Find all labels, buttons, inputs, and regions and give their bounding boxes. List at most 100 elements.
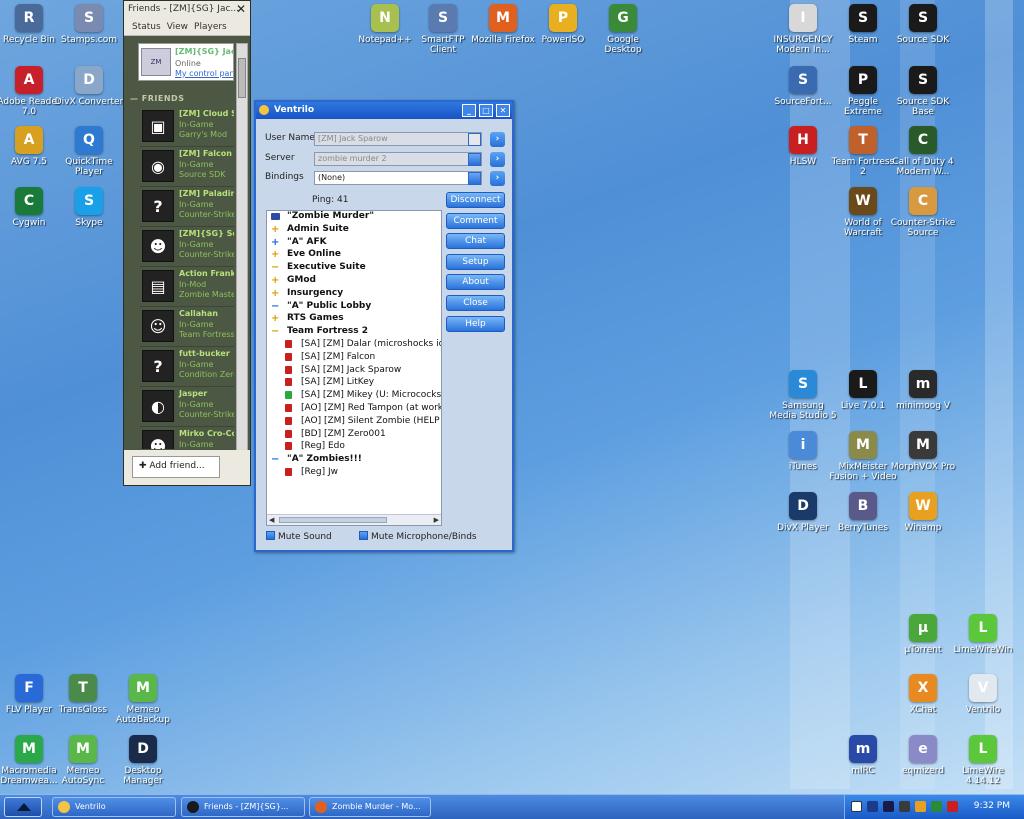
taskbar-button[interactable]: Friends - [ZM]{SG}... [181,797,305,817]
user-node[interactable]: [SA] [ZM] Jack Sparow [267,365,441,378]
friend-row[interactable]: ☺ Callahan In-GameTeam Fortress... [140,307,234,347]
desktop-icon-limewire[interactable]: L LimeWire 4.14.12 [948,735,1018,786]
comment-button[interactable]: Comment [446,212,505,229]
close-button[interactable]: Close [446,295,505,311]
user-node[interactable]: [AO] [ZM] Silent Zombie (HELP FILL... [267,416,441,429]
desktop-icon-morphvox[interactable]: M MorphVOX Pro [888,431,958,472]
desktop-icon-cod4[interactable]: C Call of Duty 4 Modern W... [888,126,958,177]
menu-status[interactable]: Status [132,22,161,32]
channel-tree[interactable]: "Zombie Murder" + Admin Suite + "A" AFK + Eve … [266,210,442,526]
desktop-icon-ventrilo[interactable]: V Ventrilo [948,674,1018,715]
my-profile[interactable]: ZM [ZM]{SG} Jack Sparow Online My contro… [138,43,234,81]
maximize-icon[interactable]: □ [479,104,493,117]
checkbox-icon[interactable] [266,531,275,540]
desktop-icon-skype[interactable]: S Skype [54,187,124,228]
friend-row[interactable]: ▣ [ZM] Cloud Str... In-GameGarry's Mod [140,107,234,147]
user-node[interactable]: [Reg] Edo [267,441,441,454]
add-friend-button[interactable]: ✚ Add friend... [132,456,220,478]
about-button[interactable]: About [446,274,505,291]
username-field[interactable]: [ZM] Jack Sparow [314,132,482,146]
tree-hscrollbar[interactable]: ◀ ▶ [267,514,441,525]
volume-tray-icon[interactable] [883,801,894,812]
server-node[interactable]: "Zombie Murder" [267,211,441,224]
close-icon[interactable]: ✕ [496,104,510,117]
setup-button[interactable]: Setup [446,253,505,270]
friend-row[interactable]: ▤ Action Frank In-Mod Zombie Master [140,267,234,307]
taskbar-button[interactable]: Ventrilo [52,797,176,817]
username-dropdown[interactable] [468,133,481,146]
ventrilo-window[interactable]: Ventrilo _ □ ✕ User Name [ZM] Jack Sparo… [254,100,514,552]
network-tray-icon[interactable] [867,801,878,812]
scroll-thumb[interactable] [279,517,387,523]
desktop-icon-desktopmgr[interactable]: D Desktop Manager [108,735,178,786]
channel-node[interactable]: + Insurgency [267,288,441,301]
channel-node[interactable]: − "A" Public Lobby [267,301,441,314]
checkbox-icon[interactable] [359,531,368,540]
steam-friends-window[interactable]: Friends - [ZM]{SG} Jac... ✕ Status View … [123,0,251,486]
chat-button[interactable]: Chat [446,233,505,250]
channel-node[interactable]: + Admin Suite [267,224,441,237]
ventrilo-titlebar[interactable]: Ventrilo _ □ ✕ [256,102,512,119]
user-node[interactable]: [SA] [ZM] Dalar (microshocks id STE... [267,339,441,352]
help-button[interactable]: Help [446,315,505,332]
username-go-button[interactable]: › [490,132,505,147]
close-icon[interactable]: ✕ [236,2,246,16]
bindings-select[interactable]: (None) [314,171,482,185]
channel-node[interactable]: + "A" AFK [267,237,441,250]
desktop-icon-minimoog[interactable]: m minimoog V [888,370,958,411]
friend-row[interactable]: ◐ Jasper In-GameCounter-Strike... [140,387,234,427]
mute-sound-checkbox[interactable]: Mute Sound [266,531,332,542]
app-tray-icon[interactable] [915,801,926,812]
user-node[interactable]: [Reg] Jw [267,467,441,480]
bindings-go-button[interactable]: › [490,171,505,186]
bindings-dropdown[interactable] [468,172,481,185]
menu-view[interactable]: View [167,22,188,32]
channel-node[interactable]: − Executive Suite [267,262,441,275]
desktop-icon-gdesktop[interactable]: G Google Desktop [588,4,658,55]
menu-players[interactable]: Players [194,22,227,32]
server-dropdown[interactable] [468,153,481,166]
user-node[interactable]: [SA] [ZM] LitKey [267,377,441,390]
server-field[interactable]: zombie murder 2 [314,152,482,166]
friends-titlebar[interactable]: Friends - [ZM]{SG} Jac... ✕ [124,1,250,18]
mute-mic-checkbox[interactable]: Mute Microphone/Binds [359,531,477,542]
desktop-icon-stamps[interactable]: S Stamps.com [54,4,124,45]
friend-row[interactable]: ? [ZM] Paladin... In-GameCounter-Strike... [140,187,234,227]
friend-row[interactable]: ◉ [ZM] Falcon In-Game Source SDK [140,147,234,187]
scroll-thumb[interactable] [238,58,246,98]
user-node[interactable]: [AO] [ZM] Red Tampon (at work, no... [267,403,441,416]
friend-row[interactable]: ☻ Mirko Cro-Co... In-Game [140,427,234,449]
disconnect-button[interactable]: Disconnect [446,192,505,208]
channel-node[interactable]: − Team Fortress 2 [267,326,441,339]
channel-node[interactable]: + GMod [267,275,441,288]
scroll-right-icon[interactable]: ▶ [434,516,439,524]
scroll-left-icon[interactable]: ◀ [269,516,274,524]
control-panel-link[interactable]: My control panel [175,69,233,78]
user-node[interactable]: [SA] [ZM] Falcon [267,352,441,365]
desktop-icon-sourcesdk[interactable]: S Source SDK [888,4,958,45]
desktop-icon-sdkbase[interactable]: S Source SDK Base [888,66,958,117]
start-button[interactable] [4,797,42,817]
friend-row[interactable]: ☻ [ZM]{SG} Se... In-GameCounter-Strike... [140,227,234,267]
server-go-button[interactable]: › [490,152,505,167]
desktop-icon-memeobackup[interactable]: M Memeo AutoBackup [108,674,178,725]
steam-tray-icon[interactable] [899,801,910,812]
taskbar-button[interactable]: Zombie Murder - Mo... [309,797,431,817]
user-node[interactable]: [SA] [ZM] Mikey (U: Micrococks) [267,390,441,403]
security-tray-icon[interactable] [947,801,958,812]
user-node[interactable]: [BD] [ZM] Zero001 [267,429,441,442]
channel-node[interactable]: + Eve Online [267,249,441,262]
desktop-icon-limewirewin[interactable]: L LimeWireWin [948,614,1018,655]
channel-node[interactable]: + RTS Games [267,313,441,326]
minimize-icon[interactable]: _ [462,104,476,117]
channel-node[interactable]: − "A" Zombies!!! [267,454,441,467]
desktop-icon-divx[interactable]: D DivX Converter [54,66,124,107]
friends-scrollbar[interactable] [236,43,248,453]
desktop-icon-winamp[interactable]: W Winamp [888,492,958,533]
desktop-icon-css[interactable]: C Counter-Strike Source [888,187,958,238]
clock[interactable]: 9:32 PM [974,801,1010,811]
app-tray-icon[interactable] [931,801,942,812]
friend-row[interactable]: ? futt-bucker In-Game Condition Zero [140,347,234,387]
help-tray-icon[interactable] [851,801,862,812]
desktop-icon-quicktime[interactable]: Q QuickTime Player [54,126,124,177]
